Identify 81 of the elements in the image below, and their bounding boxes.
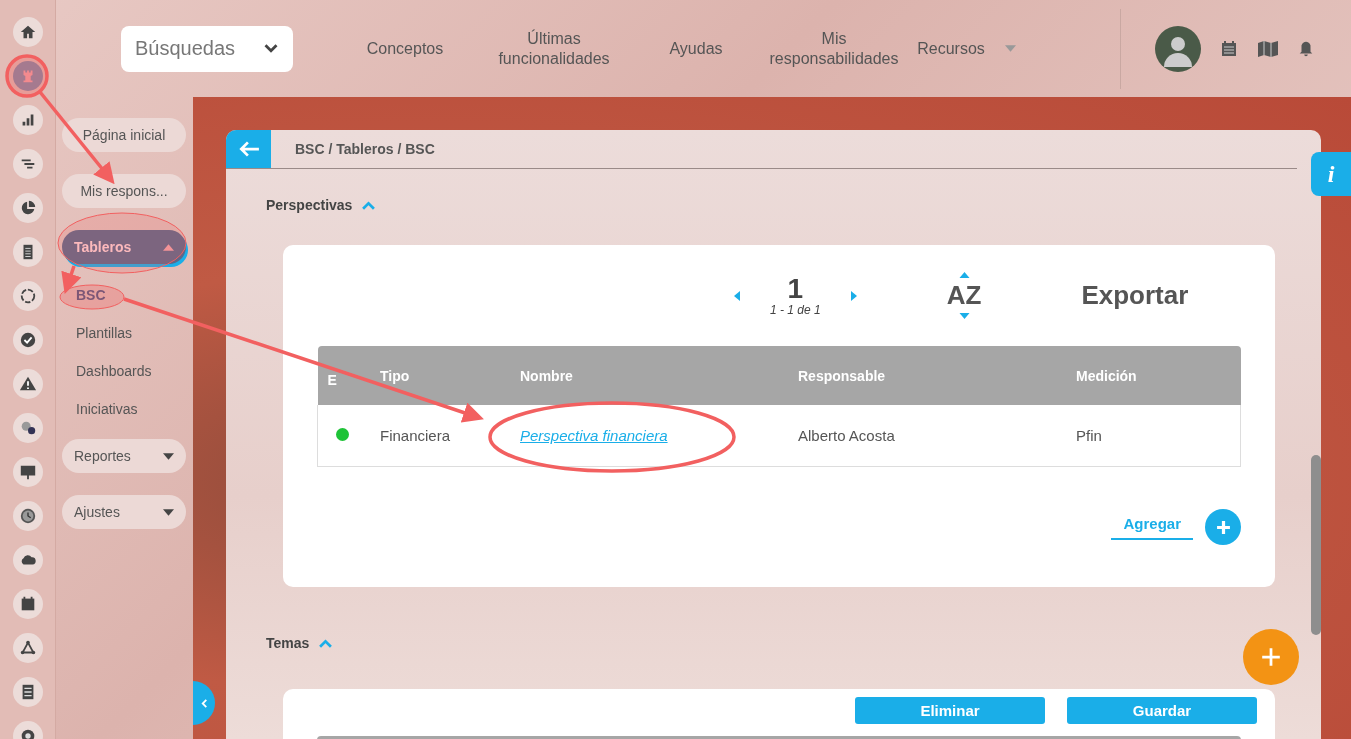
caret-icon [163, 452, 174, 460]
previous-icon[interactable] [734, 290, 740, 301]
menu-group-label: Tableros [74, 239, 132, 255]
back-button[interactable] [226, 130, 271, 168]
rail-button[interactable] [12, 413, 43, 443]
nav-link[interactable]: Últimas funcionalidades [489, 28, 619, 69]
rail-button[interactable] [12, 677, 43, 707]
column-header: Tipo [379, 346, 519, 405]
rail-button[interactable] [12, 149, 43, 179]
rail-button[interactable] [12, 105, 43, 135]
caret-icon [163, 508, 174, 516]
collapse-button[interactable] [193, 681, 215, 725]
search-dropdown[interactable]: Búsquedas [121, 25, 293, 72]
dashed-circle-icon [18, 287, 37, 305]
presentation-icon [18, 463, 37, 481]
rail-button[interactable] [12, 545, 43, 575]
plus-icon [1215, 519, 1231, 535]
caret-icon [163, 243, 174, 251]
rail-button[interactable] [12, 589, 43, 619]
menu-group-label: Reportes [74, 448, 131, 464]
user-avatar[interactable] [1155, 25, 1201, 72]
column-header: Responsable [797, 346, 1075, 405]
sort-button[interactable]: AZ [946, 272, 982, 319]
chevron-icon [263, 43, 279, 54]
info-button[interactable]: i [1311, 152, 1351, 196]
nav-link[interactable]: Mis responsabilidades [759, 28, 909, 69]
network-icon [18, 639, 37, 657]
menu-item[interactable]: Mis respons... [62, 174, 186, 208]
page-info: 1 - 1 de 1 [770, 302, 821, 317]
menu-group[interactable]: Reportes [62, 439, 186, 473]
add-button[interactable] [1205, 509, 1241, 545]
table-cell: Alberto Acosta [797, 405, 1075, 467]
menu-group[interactable]: Tableros [62, 230, 186, 264]
rail-button[interactable] [12, 369, 43, 399]
rail-button[interactable] [12, 501, 43, 531]
rail-button[interactable] [12, 193, 43, 223]
page-number: 1 [787, 274, 804, 303]
home-icon [18, 23, 37, 41]
next-icon[interactable] [850, 290, 857, 301]
add-link[interactable]: Agregar [1111, 514, 1193, 540]
annotation-ellipse [58, 283, 126, 311]
nav-link[interactable]: Ayudas [661, 38, 731, 59]
rail-button[interactable] [12, 281, 43, 311]
action-button[interactable]: Eliminar [855, 697, 1045, 724]
chevron-left-icon [199, 698, 209, 708]
column-header: Medición [1075, 346, 1241, 405]
perspective-link[interactable]: Perspectiva financiera [520, 427, 668, 444]
nav-link[interactable]: Recursos [911, 38, 991, 59]
clock-icon [18, 507, 37, 525]
rail-button[interactable] [12, 237, 43, 267]
rail-button[interactable] [12, 457, 43, 487]
sort-up-icon [958, 272, 970, 278]
menu-group[interactable]: Ajustes [62, 495, 186, 529]
action-button[interactable]: Guardar [1067, 697, 1257, 724]
section-title: Perspectivas [266, 197, 353, 213]
section-title: Temas [266, 635, 310, 651]
submenu-item[interactable]: BSC [76, 287, 193, 304]
rail-button[interactable] [12, 17, 43, 47]
rail-button[interactable] [12, 633, 43, 663]
table-cell: Financiera [379, 405, 519, 467]
plus-icon [1260, 646, 1282, 668]
submenu-item[interactable]: Iniciativas [76, 401, 193, 418]
submenu-item[interactable]: Dashboards [76, 363, 193, 380]
column-header: Nombre [519, 346, 797, 405]
nav-link[interactable]: Conceptos [361, 38, 449, 59]
annotation-circle [5, 54, 49, 98]
table-cell: Pfin [1075, 405, 1241, 467]
submenu-item[interactable]: Plantillas [76, 325, 193, 342]
menu-item[interactable]: Página inicial [62, 118, 186, 152]
map-icon[interactable] [1257, 38, 1279, 59]
breadcrumb: BSC / Tableros / BSC [295, 141, 435, 157]
scrollbar[interactable] [1311, 455, 1321, 635]
column-header: E [317, 346, 379, 405]
sort-down-icon [958, 313, 970, 319]
menu-group-label: Ajustes [74, 504, 120, 520]
warning-icon [18, 375, 37, 393]
calendar-icon[interactable] [1219, 38, 1239, 59]
rail-button[interactable] [12, 325, 43, 355]
export-button[interactable]: Exportar [1081, 280, 1189, 311]
check-icon [18, 331, 37, 349]
arrow-left-icon [237, 140, 260, 158]
